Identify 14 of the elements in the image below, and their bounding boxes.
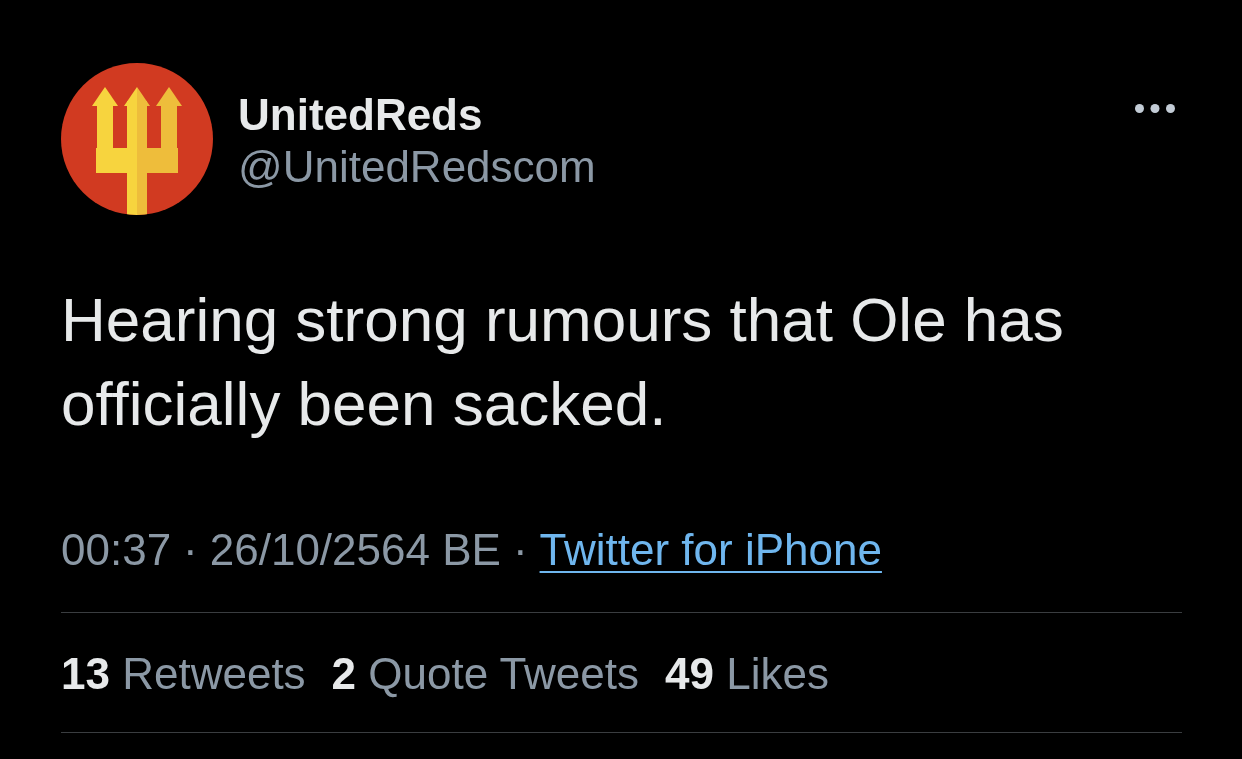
- stat-link[interactable]: 2 Quote Tweets: [331, 644, 639, 704]
- stat-link[interactable]: 13 Retweets: [61, 644, 306, 704]
- stat-link[interactable]: 49 Likes: [665, 644, 829, 704]
- more-button[interactable]: [1135, 104, 1175, 113]
- display-name[interactable]: UnitedReds: [238, 89, 483, 141]
- user-handle[interactable]: @UnitedRedscom: [238, 141, 596, 193]
- trident-avatar-icon[interactable]: [61, 63, 213, 215]
- separator-dot: ·: [512, 524, 528, 576]
- more-dots-icon: [1135, 104, 1175, 113]
- tweet-text: Hearing strong rumours that Ole has officially been sacked.: [61, 284, 1065, 440]
- tweet-date[interactable]: 26/10/2564 BE: [209, 520, 501, 580]
- separator-dot: ·: [183, 524, 198, 576]
- tweet-time[interactable]: 00:37: [61, 520, 172, 580]
- source-link[interactable]: Twitter for iPhone: [539, 520, 882, 580]
